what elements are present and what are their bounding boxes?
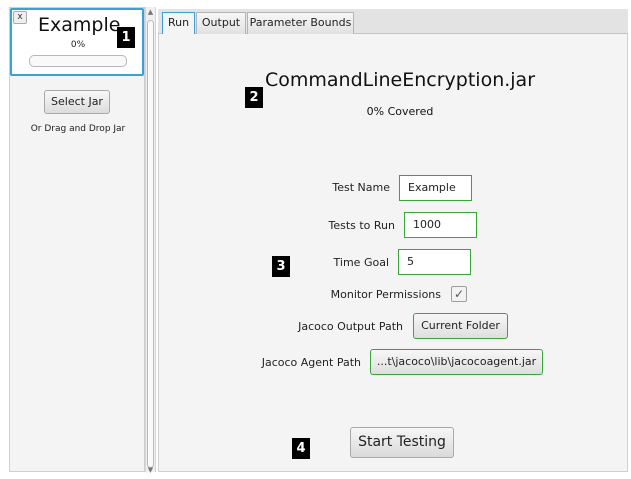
annotation-marker-3: 3: [272, 256, 290, 277]
tab-parameter-bounds[interactable]: Parameter Bounds: [247, 12, 354, 34]
run-panel: [158, 34, 628, 472]
tab-run[interactable]: Run: [162, 12, 195, 35]
jacoco-output-path-button[interactable]: Current Folder: [413, 313, 508, 339]
time-goal-input[interactable]: 5: [398, 249, 471, 275]
jar-list-panel: [9, 7, 145, 472]
jacoco-agent-path-button[interactable]: ...t\jacoco\lib\jacocoagent.jar: [370, 349, 543, 375]
tests-to-run-input[interactable]: 1000: [404, 212, 477, 238]
jar-card-title: Example: [38, 14, 121, 36]
monitor-permissions-checkbox[interactable]: ✓: [451, 286, 467, 302]
jar-name-heading: CommandLineEncryption.jar: [264, 69, 536, 91]
coverage-text: 0% Covered: [366, 105, 434, 118]
annotation-marker-1: 1: [117, 27, 135, 48]
drag-drop-hint: Or Drag and Drop Jar: [30, 124, 126, 134]
test-name-label: Test Name: [332, 181, 390, 194]
tests-to-run-label: Tests to Run: [328, 219, 395, 232]
tab-output[interactable]: Output: [196, 12, 246, 34]
scrollbar-thumb[interactable]: [147, 20, 154, 468]
jacoco-output-path-label: Jacoco Output Path: [298, 320, 403, 333]
monitor-permissions-label: Monitor Permissions: [330, 288, 441, 301]
scroll-down-arrow-icon[interactable]: ▼: [146, 466, 155, 474]
jar-card-percent: 0%: [70, 40, 86, 50]
jar-card-progress-bar: [29, 55, 127, 67]
scroll-up-arrow-icon[interactable]: ▲: [146, 8, 155, 17]
select-jar-button[interactable]: Select Jar: [44, 90, 110, 114]
annotation-marker-4: 4: [292, 438, 310, 459]
jacoco-agent-path-label: Jacoco Agent Path: [261, 356, 361, 369]
close-icon[interactable]: x: [13, 11, 27, 24]
start-testing-button[interactable]: Start Testing: [350, 427, 454, 458]
annotation-marker-2: 2: [245, 87, 263, 108]
test-name-input[interactable]: Example: [399, 175, 472, 201]
time-goal-label: Time Goal: [333, 256, 389, 269]
